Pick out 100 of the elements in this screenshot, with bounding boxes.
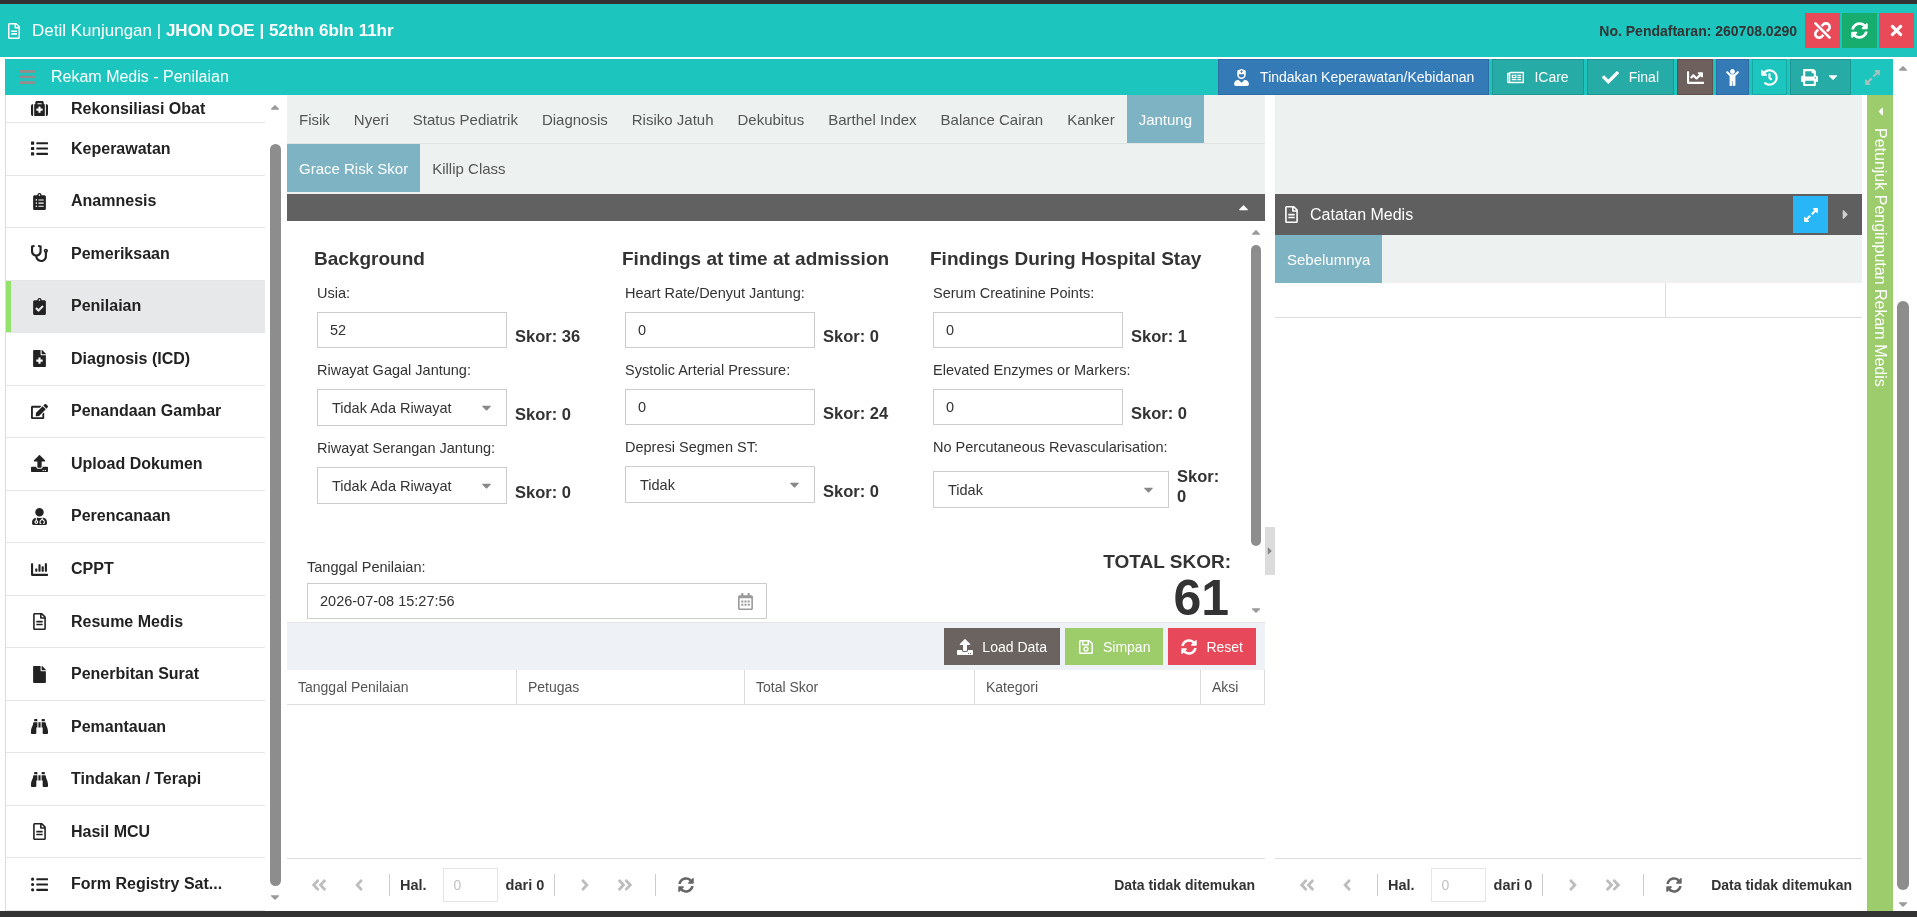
score-text: Skor: 1 [1131,326,1187,347]
panel-title: Catatan Medis [1310,205,1414,224]
tab[interactable]: Kanker [1055,95,1127,143]
select-field[interactable]: Tidak [625,466,815,503]
history-button[interactable] [1752,59,1787,95]
field-label: Elevated Enzymes or Markers: [933,361,1132,379]
document-icon [30,613,48,631]
column-header[interactable]: Total Skor [745,670,975,704]
select-field[interactable]: Tidak Ada Riwayat [317,389,507,426]
tab[interactable]: Nyeri [341,95,401,143]
upload-icon [957,638,974,655]
tab[interactable]: Barthel Index [816,95,929,143]
menu-icon[interactable] [18,68,36,86]
input-field[interactable]: 0 [933,312,1123,348]
pager-message: Data tidak ditemukan [1114,877,1255,893]
score-text: Skor: 0 [823,326,879,347]
history-icon [1761,68,1778,86]
tab[interactable]: Diagnosis [529,95,620,143]
section-heading: Background [314,247,426,271]
tab[interactable]: Risiko Jatuh [619,95,726,143]
action-button[interactable]: Load Data [944,628,1060,665]
field-label: Systolic Arterial Pressure: [625,361,792,379]
section-heading: Findings at time at admission [622,247,891,271]
tab[interactable]: Dekubitus [725,95,817,143]
page-total: dari 0 [505,877,545,893]
total-value: 61 [1173,574,1229,622]
select-field[interactable]: Tidak [933,471,1169,508]
nurse-icon [1233,68,1251,86]
input-field[interactable]: 52 [317,312,507,348]
list-icon [30,875,48,893]
field-label: Heart Rate/Denyut Jantung: [625,284,806,302]
field-label: Serum Creatinine Points: [933,284,1096,302]
medical-file-icon [30,350,48,368]
tab[interactable]: Fisik [287,95,342,143]
column-header[interactable]: Tanggal Penilaian [287,670,517,704]
double-chevron-left-icon [310,876,328,894]
page-label: Hal. [400,877,427,893]
scrollbar-thumb[interactable] [1251,245,1261,546]
field-label: Tanggal Penilaian: [307,558,427,576]
binoculars-icon [30,718,48,736]
page-total: dari 0 [1493,877,1533,893]
close-icon [1888,22,1905,39]
score-text: Skor: 0 [515,404,571,425]
close-button[interactable] [1879,13,1914,48]
field-label: Riwayat Gagal Jantung: [317,361,472,379]
splitter-handle[interactable] [1265,527,1275,575]
expand-button[interactable] [1793,196,1828,233]
input-field[interactable]: 0 [933,389,1123,425]
select-field[interactable]: Tidak Ada Riwayat [317,467,507,504]
registration-number: No. Pendaftaran: 260708.0290 [1599,22,1797,39]
tab[interactable]: Status Pediatrik [400,95,530,143]
line-chart-icon [1686,68,1704,86]
expand-icon [1864,68,1881,86]
doctor-icon [30,508,48,525]
double-chevron-right-icon [1604,876,1623,894]
column-header[interactable]: Aksi [1201,670,1265,704]
refresh-icon [678,877,695,893]
refresh-icon [1181,638,1198,655]
unlink-button[interactable] [1805,13,1840,48]
scrollbar-thumb[interactable] [269,144,281,886]
chart-button[interactable] [1677,59,1713,95]
section-heading: Findings During Hospital Stay [930,247,1203,271]
person-button[interactable] [1716,59,1749,95]
binoculars-icon [30,770,48,788]
page-label: Hal. [1388,877,1415,893]
column-header[interactable]: Kategori [975,670,1201,704]
toolbar-title: Rekam Medis - Penilaian [51,68,229,86]
column-header[interactable]: Petugas [517,670,745,704]
tab[interactable]: Balance Cairan [928,95,1056,143]
tab[interactable]: Killip Class [420,144,518,192]
score-text: Skor: 0 [1177,466,1221,507]
refresh-button[interactable] [1842,13,1877,48]
bar-chart-icon [30,560,48,578]
document-icon [1283,206,1300,223]
list-icon [30,140,48,158]
print-icon [1801,68,1818,86]
input-field[interactable]: 0 [625,312,815,348]
toolbar-button[interactable]: Tindakan Keperawatan/Kebidanan [1218,59,1490,95]
expand-icon [1802,206,1819,223]
clipboard-icon [30,192,48,210]
field-label: No Percutaneous Revascularisation: [933,438,1169,456]
refresh-icon [1666,877,1683,893]
field-label: Riwayat Serangan Jantung: [317,439,497,457]
action-button[interactable]: Reset [1168,628,1256,665]
input-field[interactable]: 0 [625,389,815,425]
field-label: Depresi Segmen ST: [625,438,759,456]
score-text: Skor: 0 [515,482,571,503]
sidebar-item[interactable]: Penilaian [6,280,265,334]
double-chevron-right-icon [616,876,635,894]
pager-message: Data tidak ditemukan [1711,877,1852,893]
scrollbar-thumb[interactable] [1897,301,1909,890]
print-button[interactable] [1790,59,1851,95]
unlink-icon [1814,22,1831,39]
score-text: Skor: 36 [515,326,581,347]
person-icon [1724,68,1741,86]
date-field[interactable]: 2026-07-08 15:27:56 [307,583,767,619]
edit-icon [30,402,48,420]
refresh-icon [1851,22,1868,39]
upload-icon [30,455,48,473]
total-label: TOTAL SKOR: [1103,550,1231,574]
